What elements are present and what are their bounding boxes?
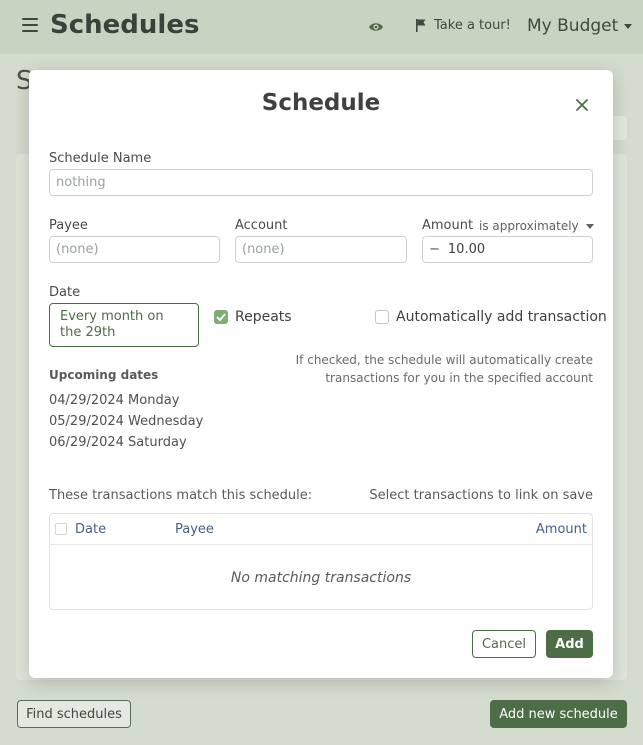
column-date[interactable]: Date <box>75 522 106 537</box>
tour-label: Take a tour! <box>434 18 511 33</box>
schedule-modal: Schedule Schedule Name nothing Payee (no… <box>29 70 613 678</box>
upcoming-date-item: 04/29/2024 Monday <box>49 393 180 408</box>
page-title: Schedules <box>50 10 200 40</box>
budget-label: My Budget <box>527 16 619 36</box>
auto-add-label: Automatically add transaction <box>396 309 607 325</box>
chevron-down-icon <box>624 23 633 29</box>
column-amount[interactable]: Amount <box>536 522 587 537</box>
recurring-date-button[interactable]: Every month on the 29th <box>49 303 199 347</box>
hamburger-icon[interactable] <box>22 18 38 32</box>
table-header: Date Payee Amount <box>50 514 592 545</box>
empty-table-message: No matching transactions <box>230 570 412 586</box>
flag-icon <box>416 19 426 32</box>
auto-add-checkbox[interactable]: Automatically add transaction <box>375 309 607 325</box>
auto-add-check-icon <box>375 310 389 324</box>
matching-transactions-table: Date Payee Amount No matching transactio… <box>49 513 593 610</box>
eye-icon[interactable] <box>368 19 384 35</box>
link-transactions-hint: Select transactions to link on save <box>369 488 593 503</box>
upcoming-date-item: 06/29/2024 Saturday <box>49 435 187 450</box>
payee-label: Payee <box>49 218 88 233</box>
budget-menu[interactable]: My Budget <box>527 16 633 36</box>
matching-transactions-label: These transactions match this schedule: <box>49 488 313 503</box>
account-label: Account <box>235 218 288 233</box>
amount-mode-value: is approximately <box>479 219 579 233</box>
chevron-down-icon <box>585 223 594 229</box>
date-label: Date <box>49 285 81 300</box>
schedule-name-input[interactable]: nothing <box>49 169 593 196</box>
schedule-name-value: nothing <box>56 175 106 190</box>
amount-value: 10.00 <box>447 242 486 257</box>
upcoming-dates-title: Upcoming dates <box>49 368 159 382</box>
add-new-schedule-button[interactable]: Add new schedule <box>490 700 627 728</box>
amount-sign-toggle[interactable]: − <box>429 242 440 257</box>
column-payee[interactable]: Payee <box>175 522 214 537</box>
schedule-name-label: Schedule Name <box>49 151 152 166</box>
account-input[interactable]: (none) <box>235 236 407 263</box>
account-value: (none) <box>242 242 285 257</box>
amount-input[interactable]: − 10.00 <box>422 236 593 263</box>
take-tour-link[interactable]: Take a tour! <box>416 18 511 33</box>
repeats-check-icon <box>214 310 228 324</box>
cancel-button[interactable]: Cancel <box>472 630 536 658</box>
upcoming-date-item: 05/29/2024 Wednesday <box>49 414 204 429</box>
amount-label: Amount <box>422 218 474 233</box>
auto-add-hint: If checked, the schedule will automatica… <box>295 353 593 385</box>
repeats-label: Repeats <box>235 309 292 325</box>
app-header: Schedules Take a tour! My Budget <box>0 0 643 54</box>
close-icon[interactable] <box>576 99 588 111</box>
find-schedules-button[interactable]: Find schedules <box>17 700 131 728</box>
repeats-checkbox[interactable]: Repeats <box>214 309 292 325</box>
add-button[interactable]: Add <box>546 630 593 658</box>
payee-input[interactable]: (none) <box>49 236 220 263</box>
select-all-checkbox[interactable] <box>55 523 67 535</box>
modal-title: Schedule <box>261 90 381 116</box>
payee-value: (none) <box>56 242 99 257</box>
amount-mode-select[interactable]: is approximately <box>479 219 594 233</box>
